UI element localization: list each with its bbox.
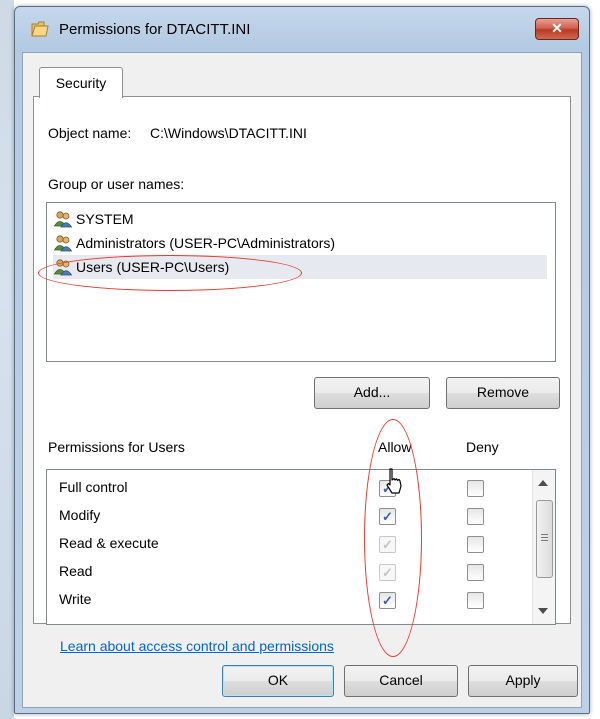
mouse-pointer-icon xyxy=(386,468,402,494)
permission-name: Modify xyxy=(59,507,101,523)
grip-line xyxy=(541,540,548,541)
permission-row-write: Write ✓ xyxy=(47,586,527,614)
close-icon: ✕ xyxy=(551,20,563,36)
users-icon xyxy=(53,211,73,228)
access-control-help-link[interactable]: Learn about access control and permissio… xyxy=(60,638,334,654)
scroll-up-arrow-icon[interactable] xyxy=(538,480,548,486)
dialog-client-area: Security Object name: C:\Windows\DTACITT… xyxy=(22,52,582,708)
permission-name: Read & execute xyxy=(59,535,159,551)
permission-name: Read xyxy=(59,563,93,579)
permissions-scrollbar[interactable] xyxy=(532,470,555,624)
deny-checkbox-write[interactable] xyxy=(467,592,484,609)
deny-checkbox-full-control[interactable] xyxy=(467,480,484,497)
permissions-for-label: Permissions for Users xyxy=(48,439,185,455)
add-button[interactable]: Add... xyxy=(314,377,430,409)
scroll-thumb[interactable] xyxy=(536,500,553,578)
tab-security[interactable]: Security xyxy=(39,67,123,98)
permission-row-read-execute: Read & execute ✓ xyxy=(47,530,527,558)
list-item-label: Administrators (USER-PC\Administrators) xyxy=(76,235,336,251)
permissions-list: Full control ✓ Modify ✓ Read & execute ✓… xyxy=(46,469,556,625)
allow-checkbox-read-execute[interactable]: ✓ xyxy=(379,536,396,553)
list-item-label: SYSTEM xyxy=(76,211,134,227)
users-icon xyxy=(53,235,73,252)
cancel-button[interactable]: Cancel xyxy=(344,665,458,697)
group-names-label: Group or user names: xyxy=(48,176,185,192)
deny-column-header: Deny xyxy=(466,439,499,455)
window-title: Permissions for DTACITT.INI xyxy=(59,21,251,38)
ok-button[interactable]: OK xyxy=(222,665,334,697)
allow-column-header: Allow xyxy=(378,439,412,455)
folder-icon xyxy=(31,21,49,37)
list-item-administrators[interactable]: Administrators (USER-PC\Administrators) xyxy=(53,231,547,255)
list-item-users[interactable]: Users (USER-PC\Users) xyxy=(53,255,547,279)
security-tab-panel: Object name: C:\Windows\DTACITT.INI Grou… xyxy=(33,96,571,657)
permission-row-modify: Modify ✓ xyxy=(47,502,527,530)
permission-name: Write xyxy=(59,591,92,607)
scroll-down-arrow-icon[interactable] xyxy=(538,608,548,614)
permission-row-full-control: Full control ✓ xyxy=(47,474,527,502)
remove-button[interactable]: Remove xyxy=(446,377,560,409)
list-item-system[interactable]: SYSTEM xyxy=(53,207,547,231)
list-item-label: Users (USER-PC\Users) xyxy=(76,259,230,275)
permission-row-read: Read ✓ xyxy=(47,558,527,586)
allow-checkbox-read[interactable]: ✓ xyxy=(379,564,396,581)
permission-name: Full control xyxy=(59,479,128,495)
group-user-list[interactable]: SYSTEM Administrators (USER-PC\Administr… xyxy=(46,202,556,362)
title-bar[interactable]: Permissions for DTACITT.INI ✕ xyxy=(15,7,589,53)
deny-checkbox-read[interactable] xyxy=(467,564,484,581)
permissions-dialog: Permissions for DTACITT.INI ✕ Security O… xyxy=(14,6,590,714)
close-button[interactable]: ✕ xyxy=(535,18,579,40)
apply-button[interactable]: Apply xyxy=(468,665,578,697)
grip-line xyxy=(541,537,548,538)
allow-checkbox-modify[interactable]: ✓ xyxy=(379,508,396,525)
allow-checkbox-write[interactable]: ✓ xyxy=(379,592,396,609)
object-name-value: C:\Windows\DTACITT.INI xyxy=(150,125,307,141)
grip-line xyxy=(541,534,548,535)
deny-checkbox-read-execute[interactable] xyxy=(467,536,484,553)
users-icon xyxy=(53,259,73,276)
deny-checkbox-modify[interactable] xyxy=(467,508,484,525)
object-name-label: Object name: xyxy=(48,125,132,141)
desktop-backdrop xyxy=(0,0,14,719)
